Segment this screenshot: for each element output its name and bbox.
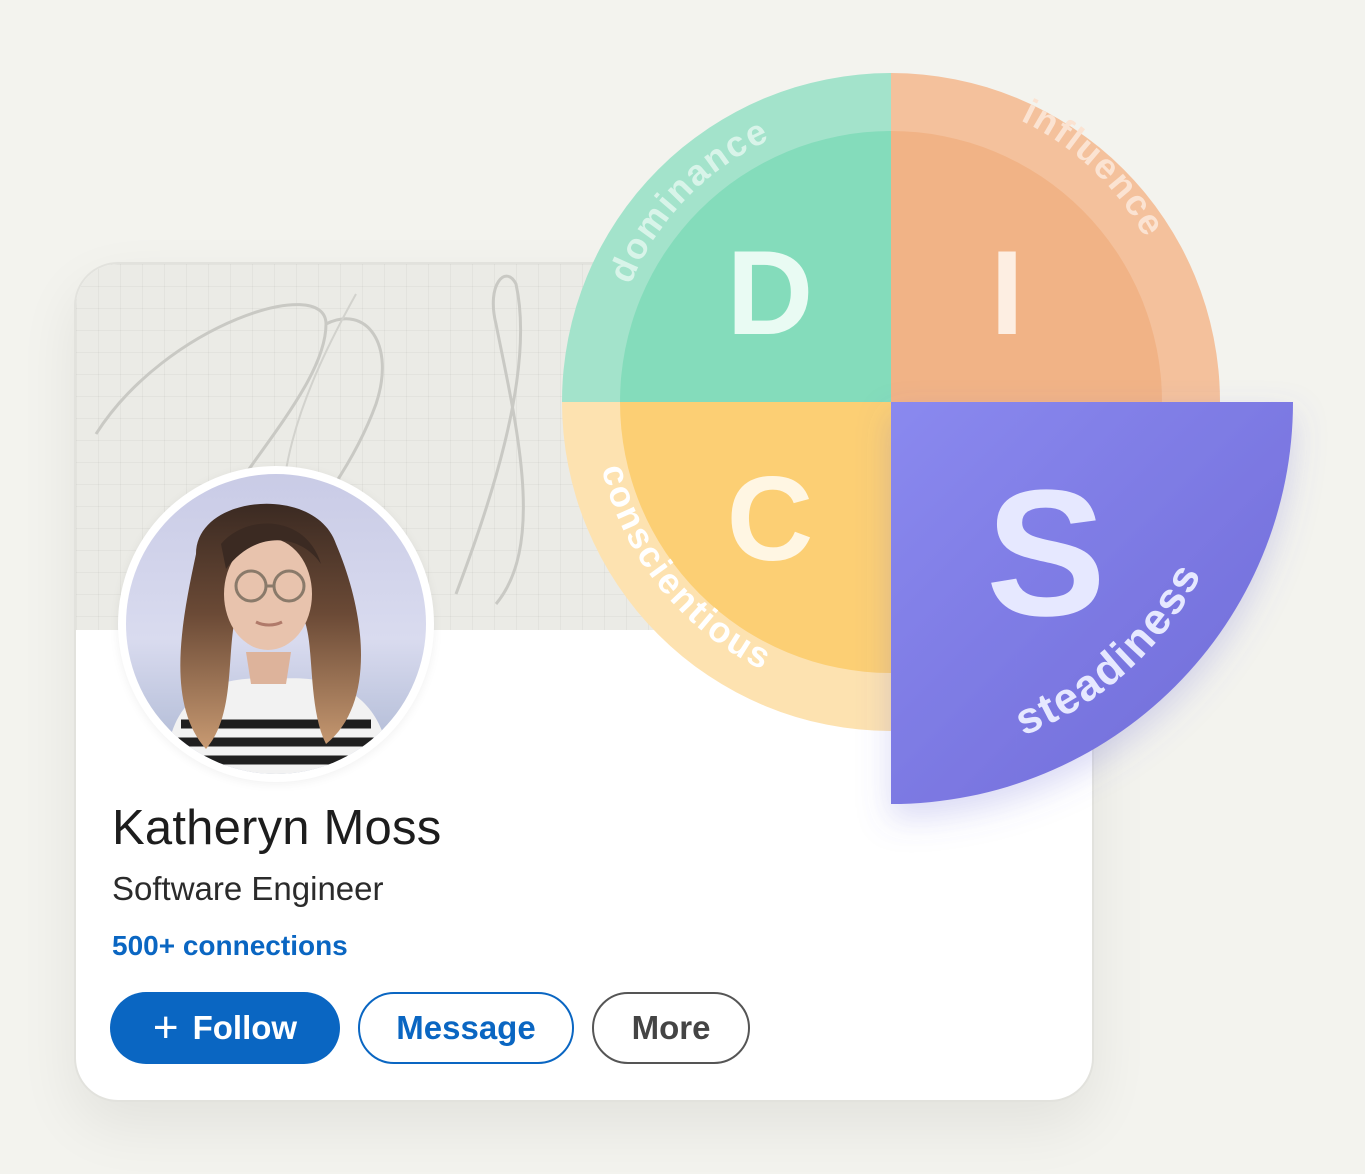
disc-letter-c: C	[727, 452, 814, 586]
disc-letter-s: S	[986, 453, 1106, 654]
disc-quadrant-d[interactable]: D dominance	[562, 73, 891, 402]
disc-quadrant-s[interactable]: S steadiness	[891, 402, 1293, 804]
disc-quadrant-c[interactable]: C conscientious	[562, 402, 891, 731]
disc-letter-d: D	[727, 226, 814, 360]
disc-quadrant-i[interactable]: I influence	[891, 73, 1220, 402]
disc-letter-i: I	[990, 226, 1023, 360]
disc-wheel: D dominance I influence C conscientious …	[562, 73, 1293, 804]
